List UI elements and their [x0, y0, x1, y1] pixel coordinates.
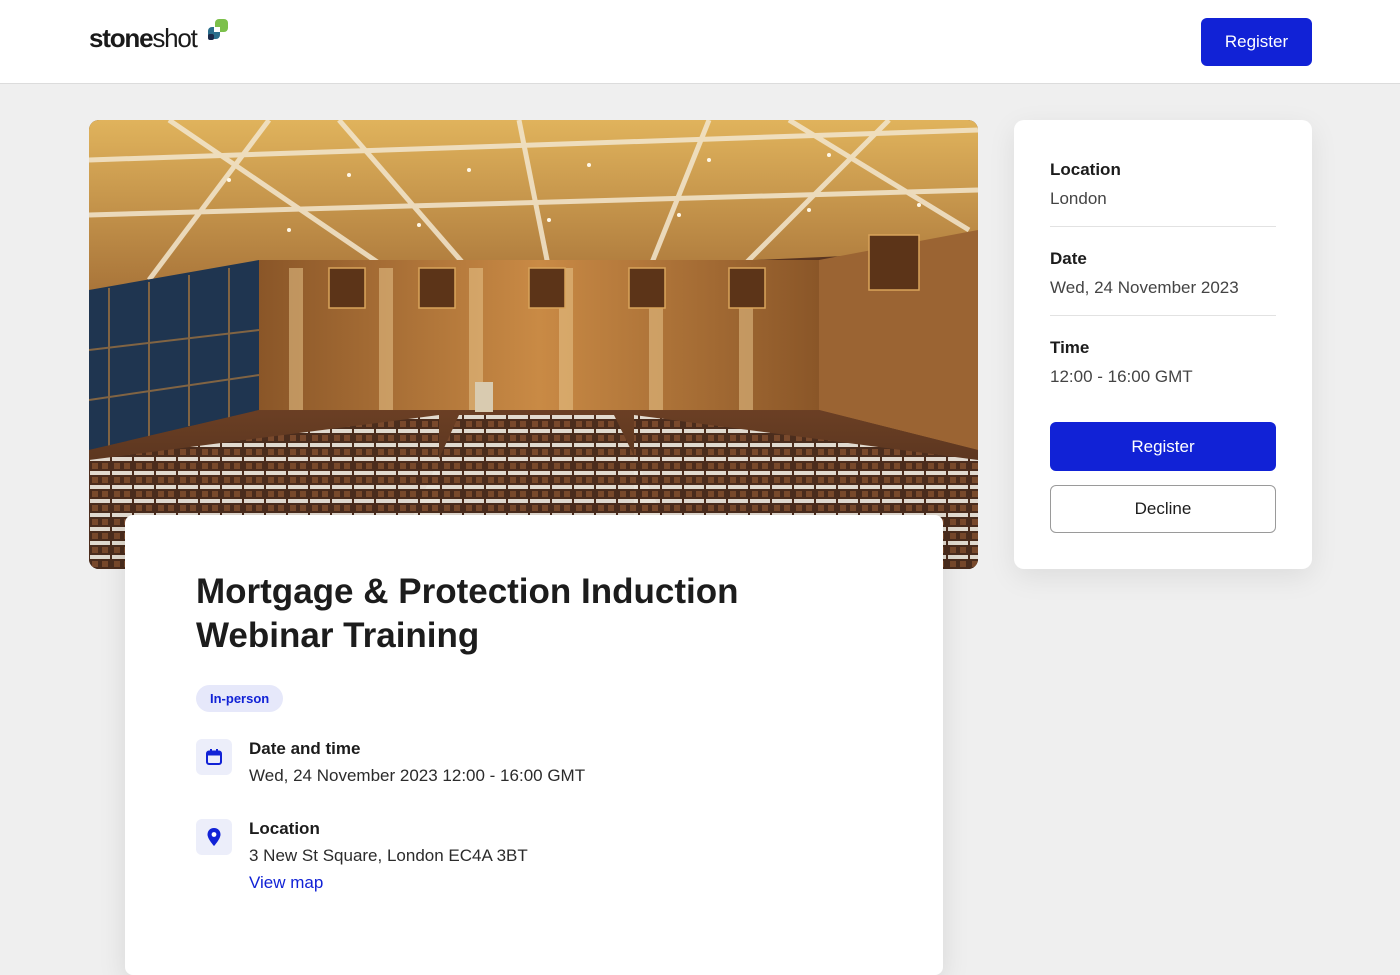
- summary-time: Time 12:00 - 16:00 GMT: [1050, 338, 1276, 387]
- view-map-link[interactable]: View map: [249, 873, 323, 893]
- event-details-card: Mortgage & Protection Induction Webinar …: [125, 515, 943, 975]
- map-pin-icon: [196, 819, 232, 855]
- decline-button[interactable]: Decline: [1050, 485, 1276, 533]
- event-summary-card: Location London Date Wed, 24 November 20…: [1014, 120, 1312, 569]
- summary-date-label: Date: [1050, 249, 1087, 268]
- location-label: Location: [249, 819, 320, 838]
- date-time-value: Wed, 24 November 2023 12:00 - 16:00 GMT: [249, 766, 586, 785]
- event-hero-image: [89, 120, 978, 569]
- date-time-label: Date and time: [249, 739, 361, 758]
- divider: [1050, 226, 1276, 227]
- location-address: 3 New St Square, London EC4A 3BT: [249, 846, 528, 865]
- summary-location-label: Location: [1050, 160, 1121, 179]
- register-button[interactable]: Register: [1050, 422, 1276, 471]
- location-row: Location 3 New St Square, London EC4A 3B…: [196, 819, 896, 905]
- divider: [1050, 315, 1276, 316]
- summary-location-value: London: [1050, 189, 1107, 208]
- event-title: Mortgage & Protection Induction Webinar …: [196, 572, 739, 655]
- summary-date: Date Wed, 24 November 2023: [1050, 249, 1276, 298]
- summary-date-value: Wed, 24 November 2023: [1050, 278, 1239, 297]
- conference-hall-photo: [89, 120, 978, 569]
- event-type-badge: In-person: [196, 685, 284, 712]
- summary-time-label: Time: [1050, 338, 1090, 357]
- summary-location: Location London: [1050, 160, 1276, 209]
- logo-wordmark: stoneshot: [89, 23, 198, 53]
- summary-time-value: 12:00 - 16:00 GMT: [1050, 367, 1193, 386]
- header-register-button[interactable]: Register: [1201, 18, 1312, 66]
- calendar-icon: [196, 739, 232, 775]
- top-bar: stoneshot Register: [0, 0, 1400, 84]
- date-time-row: Date and time Wed, 24 November 2023 12:0…: [196, 739, 896, 799]
- logo-mark-icon: [208, 19, 228, 40]
- stoneshot-logo[interactable]: stoneshot: [89, 18, 228, 58]
